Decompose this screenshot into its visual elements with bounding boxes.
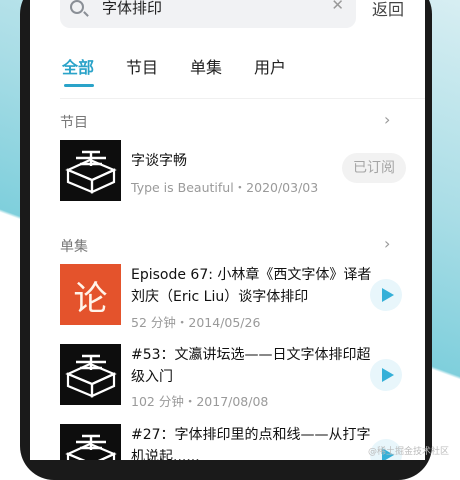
episodes-section-title: 单集 [60, 239, 88, 255]
watermark: @稀土掘金技术社区 [368, 447, 450, 457]
clear-icon[interactable]: ✕ [331, 0, 344, 14]
type-is-beautiful-logo-icon [65, 434, 117, 460]
active-tab-indicator [64, 84, 94, 87]
play-icon[interactable] [370, 279, 402, 311]
search-icon [70, 0, 84, 14]
subscribed-button[interactable]: 已订阅 [342, 153, 406, 183]
episodes-more-chevron-icon[interactable]: › [384, 234, 390, 253]
programs-section-title: 节目 [60, 115, 88, 131]
type-is-beautiful-logo-icon [65, 150, 117, 194]
divider [60, 98, 425, 99]
episode-meta: 52 分钟・2014/05/26 [131, 315, 261, 330]
program-thumbnail[interactable] [60, 140, 121, 201]
episode-meta: 102 分钟・2017/08/08 [131, 394, 269, 409]
episode-title[interactable]: Episode 67: 小林章《西文字体》译者刘庆（Eric Liu）谈字体排印 [131, 264, 376, 308]
episode-thumbnail[interactable] [60, 424, 121, 460]
tab-episodes[interactable]: 单集 [190, 54, 222, 78]
play-icon[interactable] [370, 359, 402, 391]
type-is-beautiful-logo-icon [65, 354, 117, 398]
program-meta: Type is Beautiful・2020/03/03 [131, 180, 319, 195]
search-bar[interactable]: 字体排印 ✕ [60, 0, 356, 28]
episode-title[interactable]: #53：文瀛讲坛选——日文字体排印超级入门 [131, 344, 376, 388]
search-results-screen: 字体排印 ✕ 返回 全部 节目 单集 用户 节目 › 字谈字畅 Type is … [30, 0, 425, 460]
back-button[interactable]: 返回 [372, 0, 404, 20]
episode-title[interactable]: #27：字体排印里的点和线——从打字机说起...... [131, 424, 376, 460]
tab-users[interactable]: 用户 [254, 54, 286, 78]
programs-more-chevron-icon[interactable]: › [384, 110, 390, 129]
tab-programs[interactable]: 节目 [126, 54, 158, 78]
episode-thumbnail[interactable] [60, 344, 121, 405]
program-title[interactable]: 字谈字畅 [131, 150, 376, 172]
episode-thumbnail-glyph: 论 [73, 279, 108, 319]
search-input[interactable]: 字体排印 [102, 0, 162, 18]
tab-all[interactable]: 全部 [62, 54, 94, 78]
episode-thumbnail[interactable]: 论 [60, 264, 121, 325]
